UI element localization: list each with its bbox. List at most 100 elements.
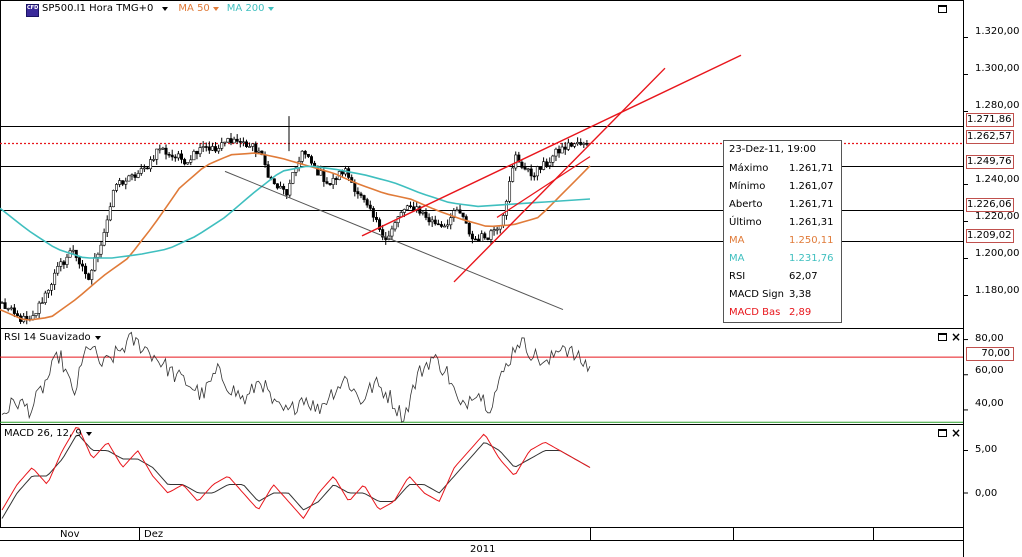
trendline-lower — [453, 67, 666, 283]
candle-body — [74, 249, 78, 258]
candle-body — [142, 167, 146, 170]
candle-body — [328, 183, 332, 185]
candle-body — [25, 315, 29, 320]
candle-body — [585, 143, 589, 145]
ma50-line — [0, 152, 591, 321]
candle-body — [170, 154, 174, 158]
candle-body — [306, 153, 310, 157]
ma200-toggle[interactable]: MA 200 — [227, 3, 274, 14]
candle-body — [501, 215, 505, 226]
tooltip-value: 1.261,31 — [789, 217, 834, 228]
candle-body — [579, 141, 583, 145]
y-tick-label: 1.180,00 — [975, 285, 1020, 296]
candle-body — [0, 302, 4, 304]
candle-body — [582, 143, 586, 145]
candle-body — [508, 181, 512, 202]
candle-body — [62, 261, 66, 265]
close-icon[interactable]: × — [951, 331, 961, 343]
candle-body — [439, 224, 443, 227]
macd-header[interactable]: MACD 26, 12, 9 — [4, 428, 92, 439]
candle-body — [105, 219, 109, 233]
candle-body — [554, 148, 558, 157]
tooltip-label: MA — [729, 253, 745, 264]
tooltip-row: Último 1.261,31 — [729, 217, 838, 228]
candle-body — [244, 141, 248, 147]
candle-body — [322, 170, 326, 182]
rsi-header[interactable]: RSI 14 Suavizado — [4, 332, 101, 343]
tooltip-row: Máximo 1.261,71 — [729, 163, 838, 174]
macd-base-line — [1, 427, 591, 520]
rsi-y-tick-label: 40,00 — [975, 398, 1004, 409]
candle-body — [99, 244, 103, 255]
candle-body — [548, 162, 552, 167]
candle-body — [489, 230, 493, 240]
tooltip-label: Aberto — [729, 199, 763, 210]
candle-body — [443, 225, 447, 228]
tooltip-value: 62,07 — [789, 271, 818, 282]
candle-body — [46, 289, 50, 294]
candle-body — [176, 153, 180, 159]
candle-body — [436, 223, 440, 226]
candle-body — [90, 269, 94, 280]
rsi-title: RSI 14 Suavizado — [4, 332, 91, 343]
price-level-label: 1.209,02 — [966, 229, 1014, 243]
tooltip-value: 1.261,07 — [789, 181, 834, 192]
candle-body — [340, 171, 344, 175]
ma200-line — [0, 165, 591, 259]
candle-body — [504, 201, 508, 216]
candle-body — [455, 209, 459, 212]
candle-body — [272, 178, 276, 185]
tooltip-row: MACD Bas 2,89 — [729, 307, 838, 318]
x-tick-label: Nov — [60, 529, 80, 540]
candle-body — [334, 178, 338, 181]
candle-body — [207, 146, 211, 151]
tooltip-date-text: 23-Dez-11, 19:00 — [729, 144, 816, 155]
close-icon[interactable]: × — [951, 427, 961, 439]
candle-body — [409, 205, 413, 208]
tooltip-label: MA — [729, 235, 745, 246]
symbol-selector[interactable]: SP500.I1 Hora TMG+0 — [42, 3, 169, 14]
candle-body — [325, 181, 329, 184]
candle-body — [511, 167, 515, 182]
chart-canvas[interactable] — [0, 0, 1022, 557]
candle-body — [71, 249, 75, 252]
candle-body — [84, 265, 88, 275]
rsi-y-tick-label: 80,00 — [975, 333, 1004, 344]
ma50-toggle[interactable]: MA 50 — [178, 3, 219, 14]
chevron-down-icon — [212, 6, 219, 11]
candle-body — [9, 307, 13, 310]
candle-body — [133, 174, 137, 178]
candle-body — [118, 180, 122, 185]
candle-body — [158, 148, 162, 151]
tooltip-value: 1.250,11 — [789, 235, 834, 246]
candle-body — [195, 151, 199, 155]
candle-body — [405, 205, 409, 210]
candle-body — [50, 284, 54, 291]
candle-body — [470, 233, 474, 240]
tooltip-date: 23-Dez-11, 19:00 — [729, 144, 838, 155]
channel-line — [224, 170, 564, 311]
candle-body — [115, 184, 119, 191]
tooltip-row: MACD Sign 3,38 — [729, 289, 838, 300]
candle-body — [492, 229, 496, 232]
candle-body — [529, 168, 533, 177]
candle-body — [155, 148, 159, 160]
candle-body — [189, 159, 193, 163]
candle-body — [288, 183, 292, 196]
maximize-icon[interactable] — [938, 5, 947, 13]
ma50-label: MA 50 — [178, 3, 210, 14]
candle-body — [573, 143, 577, 147]
candle-body — [257, 150, 261, 153]
maximize-icon[interactable] — [938, 429, 947, 437]
candle-body — [3, 302, 7, 309]
chevron-down-icon — [94, 335, 101, 340]
candle-body — [210, 146, 214, 151]
candle-body — [303, 150, 307, 155]
candle-body — [412, 206, 416, 211]
y-tick-label: 1.280,00 — [975, 100, 1020, 111]
tooltip-label: Mínimo — [729, 181, 766, 192]
candle-body — [241, 141, 245, 144]
maximize-icon[interactable] — [938, 333, 947, 341]
chevron-down-icon — [162, 6, 169, 11]
candle-body — [461, 212, 465, 217]
